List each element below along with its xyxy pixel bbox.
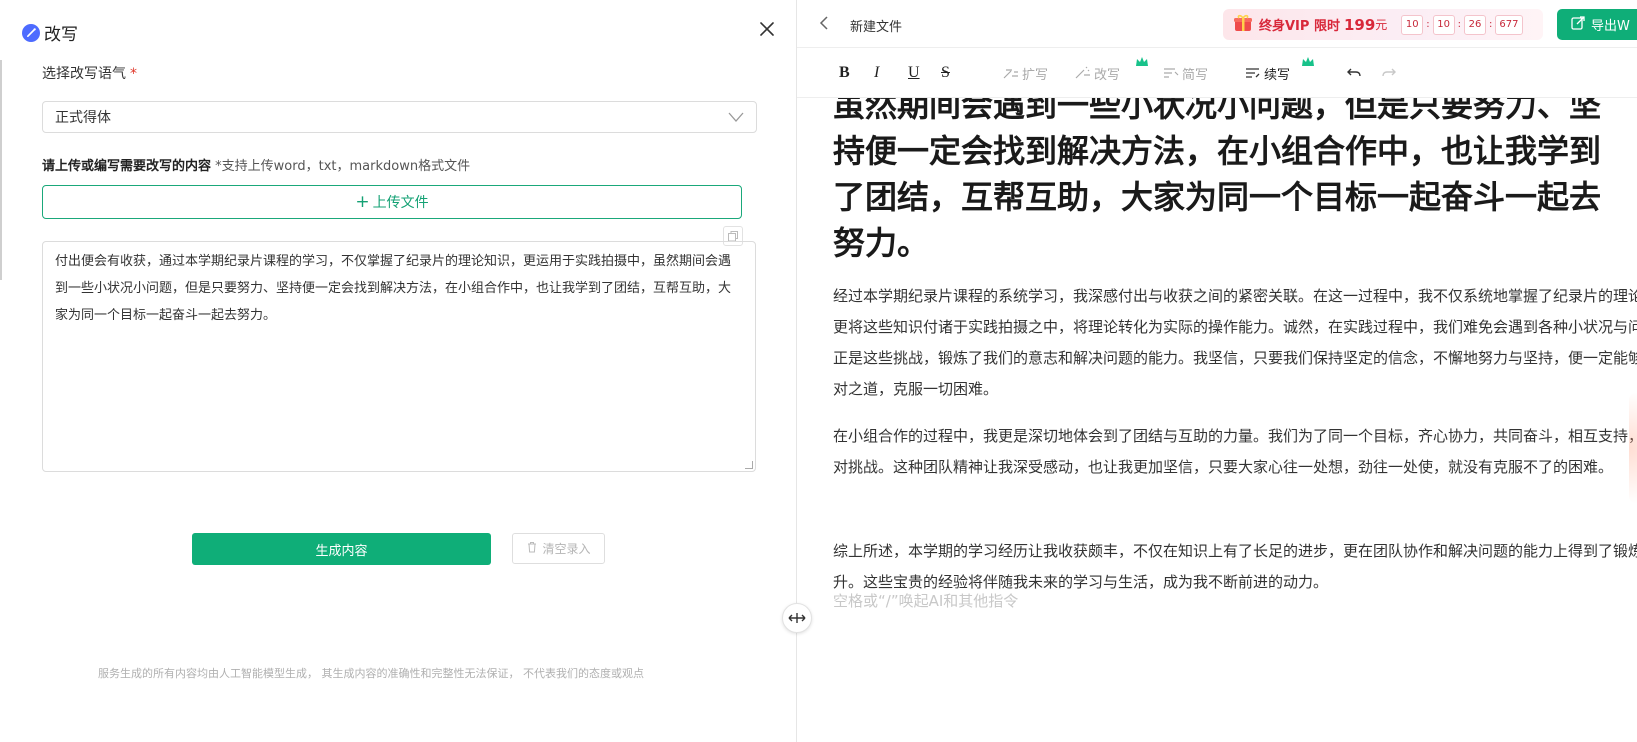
document-heading: 虽然期间会遇到一些小状况小问题，但是只要努力、坚持便一定会找到解决方法，在小组合… [833, 98, 1602, 262]
expand-label: 扩写 [1022, 67, 1049, 83]
continue-writing-icon [1246, 68, 1260, 78]
disclaimer: 服务生成的所有内容均由人工智能模型生成， 其生成内容的准确性和完整性无法保证， … [98, 667, 644, 680]
simplify-button[interactable]: 简写 [1163, 62, 1208, 84]
italic-button[interactable]: I [874, 62, 879, 84]
countdown-separator: : [1457, 19, 1462, 30]
trash-icon [526, 541, 538, 556]
countdown-separator: : [1489, 19, 1493, 30]
vip-price: 199 [1343, 15, 1376, 34]
editor-topbar: 新建文件 终身VIP 限时 199 元 10 : 10 : 26 : 677 导… [797, 0, 1637, 48]
editor-toolbar: B I U S 扩写 改写 简写 续写 [797, 48, 1637, 98]
simplify-icon [1164, 68, 1179, 78]
document-paragraph: 经过本学期纪录片课程的系统学习，我深感付出与收获之间的紧密关联。在这一过程中，我… [833, 287, 1637, 398]
vip-text: 终身VIP 限时 [1259, 19, 1340, 34]
underline-button[interactable]: U [908, 62, 920, 84]
countdown-milliseconds: 677 [1495, 14, 1523, 35]
tone-selected-value: 正式得体 [55, 110, 111, 126]
crown-icon [1136, 57, 1148, 66]
upload-button-label: 上传文件 [372, 195, 429, 211]
export-button[interactable]: 导出W [1557, 9, 1637, 40]
panel-title-text: 改写 [44, 25, 78, 45]
expand-button[interactable]: 扩写 [1003, 62, 1048, 84]
rewrite-icon [1075, 66, 1090, 79]
resize-grip-icon[interactable] [745, 461, 753, 469]
expand-icon [1003, 69, 1018, 79]
panel-title: 改写 [22, 20, 78, 45]
rewrite-button[interactable]: 改写 [1075, 57, 1148, 84]
document-paragraph: 在小组合作的过程中，我更是深切地体会到了团结与互助的力量。我们为了同一个目标，齐… [833, 427, 1637, 476]
crown-icon [1302, 57, 1314, 66]
plus-icon: + [355, 191, 370, 212]
magic-pen-icon [22, 23, 40, 42]
vip-unit: 元 [1375, 18, 1388, 32]
countdown-hours: 10 [1401, 14, 1424, 35]
countdown-seconds: 26 [1464, 14, 1487, 35]
generate-button[interactable]: 生成内容 [192, 533, 491, 565]
resize-handle-icon[interactable] [782, 603, 812, 633]
side-glow-decoration [1629, 393, 1637, 503]
content-textarea[interactable]: 付出便会有收获，通过本学期纪录片课程的学习，不仅掌握了纪录片的理论知识，更运用于… [42, 241, 756, 472]
content-text: 付出便会有收获，通过本学期纪录片课程的学习，不仅掌握了纪录片的理论知识，更运用于… [55, 254, 732, 323]
undo-icon[interactable] [1346, 62, 1362, 84]
upload-hint: *支持上传word，txt，markdown格式文件 [215, 159, 471, 174]
gift-icon [1233, 13, 1253, 37]
upload-label-main: 请上传或编写需要改写的内容 [42, 159, 212, 174]
export-icon [1571, 15, 1585, 34]
countdown-timer: 10 : 10 : 26 : 677 [1401, 14, 1523, 35]
clear-input-label: 清空录入 [542, 542, 591, 556]
document-name[interactable]: 新建文件 [850, 16, 902, 35]
strikethrough-button[interactable]: S [941, 62, 950, 84]
countdown-separator: : [1426, 19, 1430, 30]
ai-command-placeholder[interactable]: 空格或“/”唤起AI和其他指令 [833, 590, 1018, 611]
document-body[interactable]: 虽然期间会遇到一些小状况小问题，但是只要努力、坚持便一定会找到解决方法，在小组合… [797, 98, 1637, 742]
tone-label: 选择改写语气 * [42, 63, 137, 83]
rewrite-panel: 改写 选择改写语气 * 正式得体 请上传或编写需要改写的内容 *支持上传word，… [0, 0, 797, 742]
redo-icon[interactable] [1381, 62, 1397, 84]
required-mark: * [130, 66, 137, 82]
close-icon[interactable] [756, 18, 778, 40]
rewrite-label: 改写 [1094, 67, 1121, 83]
scroll-edge [0, 60, 2, 280]
vip-promo-banner[interactable]: 终身VIP 限时 199 元 10 : 10 : 26 : 677 [1223, 9, 1543, 40]
app-root: 改写 选择改写语气 * 正式得体 请上传或编写需要改写的内容 *支持上传word，… [0, 0, 1637, 742]
chevron-down-icon [728, 110, 744, 128]
tone-select[interactable]: 正式得体 [42, 101, 757, 133]
back-chevron-icon[interactable] [819, 15, 829, 35]
bold-button[interactable]: B [839, 62, 850, 84]
editor-panel: 新建文件 终身VIP 限时 199 元 10 : 10 : 26 : 677 导… [797, 0, 1637, 742]
clear-input-button[interactable]: 清空录入 [512, 533, 605, 564]
simplify-label: 简写 [1182, 67, 1209, 83]
upload-label: 请上传或编写需要改写的内容 *支持上传word，txt，markdown格式文件 [42, 155, 470, 174]
continue-writing-label: 续写 [1264, 67, 1291, 83]
tone-label-text: 选择改写语气 [42, 66, 126, 82]
upload-file-button[interactable]: + 上传文件 [42, 185, 742, 219]
countdown-minutes: 10 [1432, 14, 1455, 35]
document-paragraph: 综上所述，本学期的学习经历让我收获颇丰，不仅在知识上有了长足的进步，更在团队协作… [833, 542, 1637, 591]
continue-writing-button[interactable]: 续写 [1245, 57, 1314, 84]
export-label: 导出W [1591, 19, 1630, 34]
